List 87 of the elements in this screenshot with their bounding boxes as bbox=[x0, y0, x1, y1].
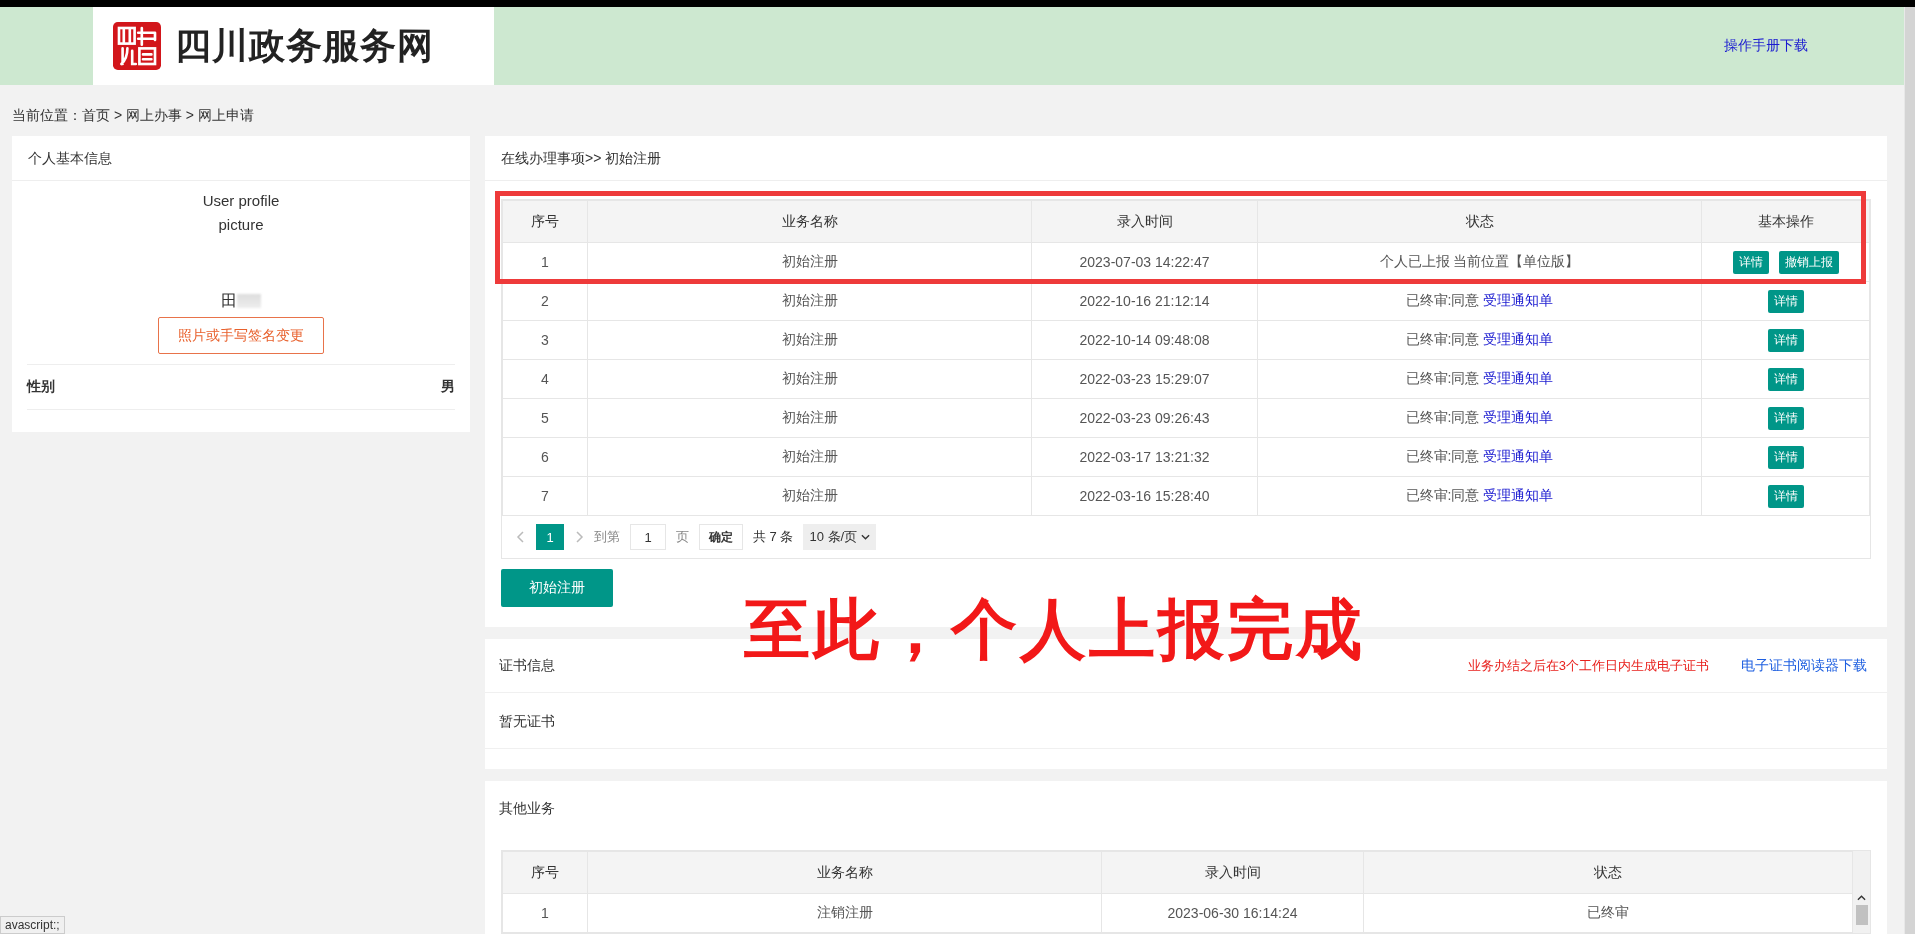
action-button[interactable]: 撤销上报 bbox=[1778, 250, 1839, 274]
scroll-thumb[interactable] bbox=[1855, 905, 1868, 925]
action-button[interactable]: 详情 bbox=[1767, 367, 1804, 391]
caret-icon bbox=[861, 534, 871, 540]
next-page-icon[interactable] bbox=[574, 530, 584, 544]
notice-link[interactable]: 受理通知单 bbox=[1483, 487, 1554, 503]
table-cell: 7 bbox=[502, 476, 588, 516]
breadcrumb: 当前位置：首页 > 网上办事 > 网上申请 bbox=[11, 106, 255, 125]
action-button[interactable]: 详情 bbox=[1767, 484, 1804, 508]
table-cell: 初始注册 bbox=[587, 320, 1032, 360]
notice-link[interactable]: 受理通知单 bbox=[1483, 292, 1554, 308]
table-cell: 2022-03-16 15:28:40 bbox=[1031, 476, 1258, 516]
column-header: 业务名称 bbox=[587, 200, 1032, 243]
status-text: 已终审:同意 bbox=[1405, 448, 1480, 464]
status-text: 已终审:同意 bbox=[1405, 331, 1480, 347]
column-header: 基本操作 bbox=[1701, 200, 1870, 243]
card-title: 个人基本信息 bbox=[12, 136, 470, 181]
table-cell: 2022-03-23 09:26:43 bbox=[1031, 398, 1258, 438]
column-header: 序号 bbox=[502, 851, 588, 894]
redacted-name bbox=[237, 294, 261, 308]
status-text: 已终审:同意 bbox=[1405, 370, 1480, 386]
scroll-up-icon[interactable] bbox=[1857, 895, 1866, 901]
action-button[interactable]: 详情 bbox=[1767, 328, 1804, 352]
page-number[interactable]: 1 bbox=[536, 524, 564, 550]
scrollbar[interactable] bbox=[1904, 7, 1915, 934]
column-header: 序号 bbox=[502, 200, 588, 243]
table-cell: 3 bbox=[502, 320, 588, 360]
notice-link[interactable]: 受理通知单 bbox=[1483, 409, 1554, 425]
table-cell: 初始注册 bbox=[587, 476, 1032, 516]
table-cell: 注销注册 bbox=[587, 893, 1102, 933]
page-label: 页 bbox=[676, 528, 689, 546]
card-title: 在线办理事项>> 初始注册 bbox=[485, 136, 1887, 181]
column-header: 录入时间 bbox=[1031, 200, 1258, 243]
table-cell: 2022-10-14 09:48:08 bbox=[1031, 320, 1258, 360]
column-header: 录入时间 bbox=[1101, 851, 1364, 894]
seal-icon bbox=[113, 22, 161, 70]
column-header: 状态 bbox=[1257, 200, 1702, 243]
field-value: 男 bbox=[441, 378, 455, 396]
table-cell: 2022-03-23 15:29:07 bbox=[1031, 359, 1258, 399]
action-button[interactable]: 详情 bbox=[1767, 445, 1804, 469]
scrollbar[interactable] bbox=[1853, 851, 1870, 933]
status-bar-text: avascript:; bbox=[0, 916, 65, 934]
notice-link[interactable]: 受理通知单 bbox=[1483, 448, 1554, 464]
profile-picture-alt-text: User profile picture bbox=[201, 191, 281, 235]
table-cell: 6 bbox=[502, 437, 588, 477]
change-photo-button[interactable]: 照片或手写签名变更 bbox=[158, 317, 324, 354]
column-header: 业务名称 bbox=[587, 851, 1102, 894]
table-cell: 1 bbox=[502, 242, 588, 282]
table-cell: 已终审 bbox=[1363, 893, 1853, 933]
overlay-caption: 至此，个人上报完成 bbox=[744, 591, 1365, 668]
table-cell: 初始注册 bbox=[587, 359, 1032, 399]
notice-link[interactable]: 受理通知单 bbox=[1483, 370, 1554, 386]
confirm-button[interactable]: 确定 bbox=[699, 524, 743, 550]
table-cell: 2022-03-17 13:21:32 bbox=[1031, 437, 1258, 477]
notice-link[interactable]: 受理通知单 bbox=[1483, 331, 1554, 347]
total-count: 共 7 条 bbox=[753, 528, 794, 546]
card-title: 其他业务 bbox=[498, 799, 556, 818]
table-cell: 5 bbox=[502, 398, 588, 438]
page-input[interactable]: 1 bbox=[630, 524, 666, 550]
table-cell: 初始注册 bbox=[587, 437, 1032, 477]
table-cell: 2023-06-30 16:14:24 bbox=[1101, 893, 1364, 933]
action-button[interactable]: 详情 bbox=[1767, 289, 1804, 313]
table-cell: 初始注册 bbox=[587, 281, 1032, 321]
goto-label: 到第 bbox=[594, 528, 620, 546]
table-cell: 1 bbox=[502, 893, 588, 933]
status-text: 已终审:同意 bbox=[1405, 292, 1480, 308]
manual-download-link[interactable]: 操作手册下载 bbox=[1724, 37, 1808, 55]
table-cell: 4 bbox=[502, 359, 588, 399]
status-text: 已终审:同意 bbox=[1405, 487, 1480, 503]
table-cell: 初始注册 bbox=[587, 398, 1032, 438]
table-cell: 2 bbox=[502, 281, 588, 321]
page-size-select[interactable]: 10 条/页 bbox=[803, 524, 877, 550]
user-name: 田 bbox=[221, 290, 237, 311]
status-text: 个人已上报 当前位置【单位版】 bbox=[1379, 253, 1580, 269]
certificate-notice: 业务办结之后在3个工作日内生成电子证书 bbox=[1467, 656, 1709, 675]
site-name: 四川政务服务网 bbox=[175, 24, 434, 68]
table-cell: 2022-10-16 21:12:14 bbox=[1031, 281, 1258, 321]
column-header: 状态 bbox=[1363, 851, 1853, 894]
card-title: 证书信息 bbox=[499, 656, 556, 675]
reader-download-link[interactable]: 电子证书阅读器下载 bbox=[1741, 656, 1867, 675]
action-button[interactable]: 详情 bbox=[1767, 406, 1804, 430]
action-button[interactable]: 详情 bbox=[1732, 250, 1769, 274]
empty-message: 暂无证书 bbox=[485, 693, 1887, 749]
new-registration-button[interactable]: 初始注册 bbox=[501, 569, 613, 607]
status-text: 已终审:同意 bbox=[1405, 409, 1480, 425]
field-label: 性别 bbox=[27, 378, 55, 396]
previous-page-icon[interactable] bbox=[516, 530, 526, 544]
